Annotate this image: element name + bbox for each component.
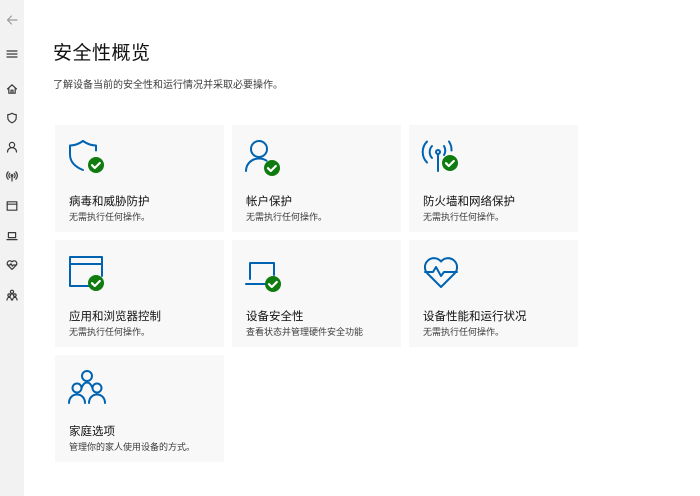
tile-status: 无需执行任何操作。 [246,213,328,223]
browser-check-icon [67,253,107,293]
tile-title: 家庭选项 [69,424,115,438]
tile-device-performance-health[interactable]: 设备性能和运行状况 无需执行任何操作。 [409,240,578,347]
tile-family-options[interactable]: 家庭选项 管理你的家人使用设备的方式。 [55,355,224,462]
tile-status: 管理你的家人使用设备的方式。 [69,443,196,453]
tile-title: 防火墙和网络保护 [423,194,515,208]
tile-device-security[interactable]: 设备安全性 查看状态并管理硬件安全功能 [232,240,401,347]
heart-pulse-icon [6,260,18,270]
tile-firewall-network-protection[interactable]: 防火墙和网络保护 无需执行任何操作。 [409,125,578,232]
menu-button[interactable] [0,43,24,65]
tile-title: 设备性能和运行状况 [423,309,527,323]
page-subtitle: 了解设备当前的安全性和运行情况并采取必要操作。 [53,80,283,91]
nav-item-device-performance[interactable] [0,254,24,276]
hamburger-menu-icon [6,50,18,58]
main-content: 安全性概览 了解设备当前的安全性和运行情况并采取必要操作。 病毒和威胁防护 无需… [24,0,700,496]
home-icon [6,84,18,94]
back-button[interactable] [0,9,24,31]
tile-virus-threat-protection[interactable]: 病毒和威胁防护 无需执行任何操作。 [55,125,224,232]
person-icon [6,141,18,153]
laptop-check-icon [244,253,284,293]
windows-security-window: 安全性概览 了解设备当前的安全性和运行情况并采取必要操作。 病毒和威胁防护 无需… [0,0,700,496]
tile-title: 病毒和威胁防护 [69,194,150,208]
tile-app-browser-control[interactable]: 应用和浏览器控制 无需执行任何操作。 [55,240,224,347]
antenna-check-icon [421,138,461,178]
tile-status: 无需执行任何操作。 [69,213,151,223]
tile-account-protection[interactable]: 帐户保护 无需执行任何操作。 [232,125,401,232]
tile-status: 无需执行任何操作。 [423,328,505,338]
heart-pulse-icon [421,253,461,293]
page-title: 安全性概览 [53,42,151,64]
nav-item-virus-protection[interactable] [0,107,24,129]
person-check-icon [244,138,284,178]
browser-window-icon [6,201,18,211]
nav-item-home[interactable] [0,78,24,100]
tile-title: 应用和浏览器控制 [69,309,161,323]
nav-item-app-browser-control[interactable] [0,195,24,217]
tile-status: 无需执行任何操作。 [69,328,151,338]
tile-title: 帐户保护 [246,194,292,208]
family-icon [67,368,107,408]
tile-title: 设备安全性 [246,309,304,323]
family-icon [6,289,18,301]
shield-check-icon [67,138,107,178]
navigation-rail [0,0,24,496]
tile-status: 无需执行任何操作。 [423,213,505,223]
nav-item-family-options[interactable] [0,284,24,306]
nav-item-device-security[interactable] [0,225,24,247]
laptop-icon [6,231,18,241]
antenna-icon [6,171,18,182]
nav-item-firewall[interactable] [0,165,24,187]
nav-item-account-protection[interactable] [0,136,24,158]
shield-icon [7,112,17,124]
tile-status: 查看状态并管理硬件安全功能 [246,328,364,338]
back-arrow-icon [6,15,18,25]
